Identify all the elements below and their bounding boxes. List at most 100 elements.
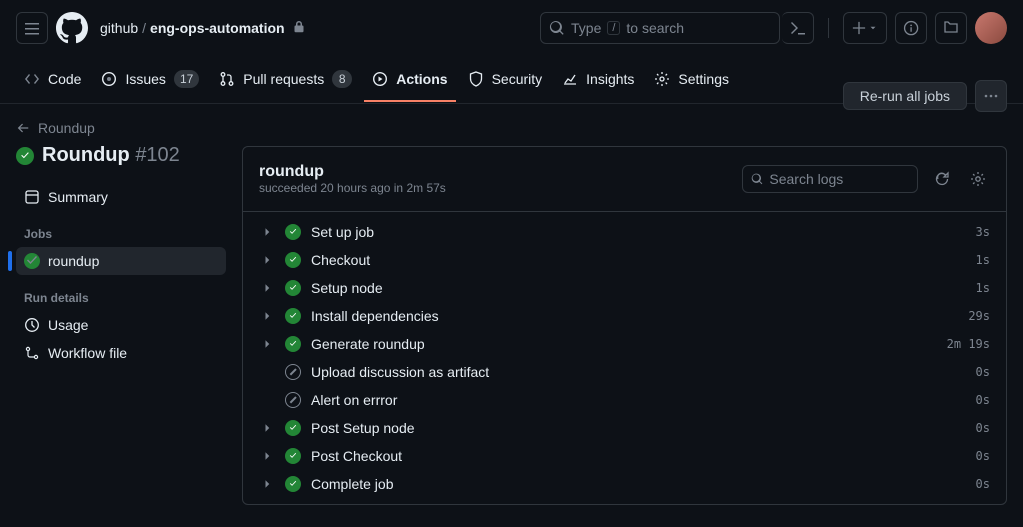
- step-name: Generate roundup: [311, 336, 937, 352]
- breadcrumb-separator: /: [142, 20, 146, 36]
- skip-icon: [285, 392, 301, 408]
- global-search[interactable]: Type / to search: [540, 12, 780, 44]
- step-duration: 29s: [968, 309, 990, 323]
- step-duration: 0s: [976, 477, 990, 491]
- search-hint-type: Type: [571, 20, 601, 36]
- tab-pulls-label: Pull requests: [243, 71, 324, 87]
- step-name: Setup node: [311, 280, 966, 296]
- pull-requests-tray-button[interactable]: [935, 12, 967, 44]
- tab-pulls[interactable]: Pull requests 8: [211, 58, 360, 102]
- step-row[interactable]: Set up job 3s: [243, 218, 1006, 246]
- chevron-right-icon: [259, 476, 275, 492]
- chevron-right-icon: [259, 308, 275, 324]
- user-avatar[interactable]: [975, 12, 1007, 44]
- step-name: Checkout: [311, 252, 966, 268]
- sidebar-workflow-file-label: Workflow file: [48, 345, 127, 361]
- search-icon: [751, 172, 763, 186]
- jobs-heading: Jobs: [16, 211, 226, 247]
- chevron-right-icon: [259, 224, 275, 240]
- issues-tray-button[interactable]: [895, 12, 927, 44]
- tab-issues-label: Issues: [125, 71, 165, 87]
- panel-title: roundup: [259, 163, 730, 181]
- tab-insights[interactable]: Insights: [554, 58, 642, 102]
- chevron-right-icon: [259, 252, 275, 268]
- step-name: Post Setup node: [311, 420, 966, 436]
- panel-subtitle: succeeded 20 hours ago in 2m 57s: [259, 181, 730, 195]
- step-row[interactable]: Post Checkout0s: [243, 442, 1006, 470]
- step-row[interactable]: Setup node 1s: [243, 274, 1006, 302]
- check-circle-icon: [285, 448, 301, 464]
- check-circle-icon: [285, 224, 301, 240]
- search-hint-suffix: to search: [626, 20, 684, 36]
- step-name: Complete job: [311, 476, 966, 492]
- sidebar-usage[interactable]: Usage: [16, 311, 226, 339]
- sidebar-job-label: roundup: [48, 253, 99, 269]
- sidebar-summary-label: Summary: [48, 189, 108, 205]
- create-new-button[interactable]: [843, 12, 887, 44]
- step-row[interactable]: Alert on errror 0s: [243, 386, 1006, 414]
- issues-counter: 17: [174, 70, 199, 88]
- chevron-right-icon: [259, 280, 275, 296]
- tab-security-label: Security: [492, 71, 543, 87]
- hamburger-button[interactable]: [16, 12, 48, 44]
- step-duration: 0s: [976, 421, 990, 435]
- tab-settings-label: Settings: [678, 71, 729, 87]
- run-menu-button[interactable]: [975, 80, 1007, 112]
- job-panel: roundup succeeded 20 hours ago in 2m 57s…: [242, 146, 1007, 505]
- sidebar-usage-label: Usage: [48, 317, 88, 333]
- command-palette-button[interactable]: [782, 12, 814, 44]
- divider: [828, 18, 829, 38]
- tab-issues[interactable]: Issues 17: [93, 58, 207, 102]
- log-settings-button[interactable]: [966, 167, 990, 191]
- tab-code[interactable]: Code: [16, 58, 89, 102]
- rerun-all-button[interactable]: Re-run all jobs: [843, 82, 967, 110]
- chevron-right-icon: [259, 336, 275, 352]
- step-name: Upload discussion as artifact: [311, 364, 966, 380]
- run-title: Roundup #102: [16, 144, 226, 167]
- arrow-left-icon: [16, 121, 30, 135]
- tab-settings[interactable]: Settings: [646, 58, 737, 102]
- step-duration: 3s: [976, 225, 990, 239]
- step-row[interactable]: Complete job 0s: [243, 470, 1006, 498]
- job-status-success-icon: [24, 253, 40, 269]
- pulls-counter: 8: [332, 70, 352, 88]
- check-circle-icon: [285, 252, 301, 268]
- log-search-input[interactable]: [769, 171, 909, 187]
- step-name: Set up job: [311, 224, 966, 240]
- repo-link[interactable]: eng-ops-automation: [150, 20, 285, 36]
- step-row[interactable]: Post Setup node 0s: [243, 414, 1006, 442]
- breadcrumb: github / eng-ops-automation: [100, 20, 305, 36]
- sidebar-summary[interactable]: Summary: [16, 183, 226, 211]
- step-row[interactable]: Upload discussion as artifact0s: [243, 358, 1006, 386]
- check-circle-icon: [285, 420, 301, 436]
- check-circle-icon: [285, 280, 301, 296]
- github-logo[interactable]: [56, 12, 88, 44]
- log-search[interactable]: [742, 165, 918, 193]
- tab-insights-label: Insights: [586, 71, 634, 87]
- check-circle-icon: [285, 476, 301, 492]
- step-row[interactable]: Checkout1s: [243, 246, 1006, 274]
- step-name: Alert on errror: [311, 392, 966, 408]
- back-to-workflow[interactable]: Roundup: [16, 120, 226, 136]
- chevron-right-icon: [259, 420, 275, 436]
- tab-actions[interactable]: Actions: [364, 58, 455, 102]
- tab-actions-label: Actions: [396, 71, 447, 87]
- step-row[interactable]: Generate roundup 2m 19s: [243, 330, 1006, 358]
- refresh-logs-button[interactable]: [930, 167, 954, 191]
- search-icon: [549, 20, 565, 36]
- step-duration: 1s: [976, 281, 990, 295]
- back-label: Roundup: [38, 120, 95, 136]
- check-circle-icon: [285, 336, 301, 352]
- lock-icon: [293, 20, 305, 36]
- step-row[interactable]: Install dependencies29s: [243, 302, 1006, 330]
- tab-code-label: Code: [48, 71, 81, 87]
- step-duration: 0s: [976, 449, 990, 463]
- chevron-right-icon: [259, 448, 275, 464]
- sidebar-job-roundup[interactable]: roundup: [16, 247, 226, 275]
- sidebar-workflow-file[interactable]: Workflow file: [16, 339, 226, 367]
- step-duration: 2m 19s: [947, 337, 990, 351]
- step-duration: 0s: [976, 393, 990, 407]
- run-status-success-icon: [16, 147, 34, 165]
- tab-security[interactable]: Security: [460, 58, 551, 102]
- owner-link[interactable]: github: [100, 20, 138, 36]
